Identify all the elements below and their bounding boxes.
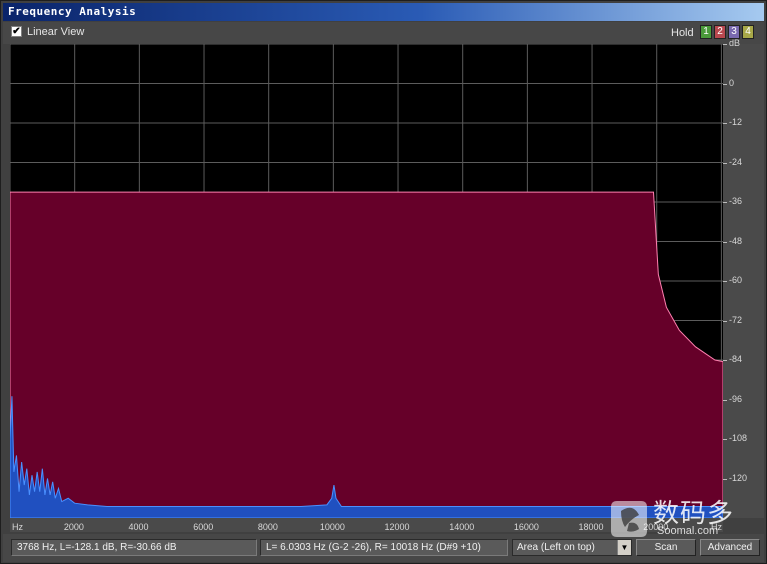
watermark-logo-icon [611, 501, 647, 537]
y-tick-mark [723, 202, 727, 203]
chevron-down-icon[interactable]: ▼ [617, 540, 631, 555]
peak-readout: L= 6.0303 Hz (G-2 -26), R= 10018 Hz (D#9… [260, 539, 508, 556]
y-tick-mark [723, 83, 727, 85]
title-bar[interactable]: Frequency Analysis [3, 3, 764, 21]
y-tick-label: -12 [729, 117, 743, 127]
watermark-english-text: Soomal.com [657, 525, 719, 537]
hold-button-2[interactable]: 2 [714, 25, 726, 39]
hold-button-4[interactable]: 4 [742, 25, 754, 39]
y-tick-label: -36 [729, 196, 743, 206]
watermark: 数码多 Soomal.com [609, 493, 759, 541]
hold-button-3[interactable]: 3 [728, 25, 740, 39]
hold-label: Hold [671, 27, 694, 39]
y-tick-label: -84 [729, 354, 743, 364]
advanced-button[interactable]: Advanced [700, 539, 760, 556]
y-tick-mark [723, 439, 727, 440]
y-tick-mark [723, 281, 727, 282]
hold-button-1[interactable]: 1 [700, 25, 712, 39]
y-tick-mark [723, 162, 727, 164]
x-tick-label: 6000 [193, 522, 214, 532]
x-tick-label: 12000 [384, 522, 410, 532]
y-tick-label: -120 [729, 472, 748, 483]
x-tick-label: 14000 [449, 522, 475, 532]
y-tick-label: -48 [729, 235, 743, 246]
frequency-analysis-window: Frequency Analysis ✔ Linear View Hold 1 … [0, 0, 767, 564]
y-tick-mark [723, 44, 727, 45]
display-mode-value: Area (Left on top) [517, 542, 595, 553]
cursor-readout: 3768 Hz, L=-128.1 dB, R=-30.66 dB [11, 539, 257, 556]
y-tick-label: -72 [729, 314, 743, 325]
spectrum-plot-area[interactable] [10, 44, 723, 518]
series-area-right [10, 191, 723, 518]
y-tick-mark [723, 478, 727, 480]
y-tick-label: 0 [729, 77, 735, 88]
x-tick-label: 16000 [513, 522, 539, 532]
display-mode-select[interactable]: Area (Left on top) ▼ [512, 539, 632, 556]
spectrum-chart[interactable] [10, 44, 723, 518]
y-tick-label: -96 [729, 393, 743, 404]
y-tick-mark [723, 123, 727, 124]
x-tick-label: 4000 [128, 522, 149, 532]
y-tick-mark [723, 320, 727, 322]
y-tick-label: -24 [729, 156, 743, 167]
db-axis: dB 0 -12 -24 -36 -48 -60 -72 -84 -96 -108 -120 [723, 38, 764, 518]
y-tick-label: -108 [729, 433, 748, 443]
window-title: Frequency Analysis [8, 5, 137, 18]
x-tick-label: 18000 [578, 522, 604, 532]
y-tick-label: dB [729, 38, 741, 48]
toolbar: ✔ Linear View Hold 1 2 3 4 [3, 22, 764, 44]
y-tick-label: -60 [729, 275, 743, 285]
y-tick-mark [723, 241, 727, 243]
linear-view-label[interactable]: Linear View [27, 26, 84, 38]
linear-view-checkbox[interactable]: ✔ [11, 26, 22, 37]
x-tick-label: Hz [12, 522, 23, 532]
x-tick-label: 2000 [63, 522, 84, 532]
scan-button[interactable]: Scan [636, 539, 696, 556]
x-tick-label: 8000 [257, 522, 278, 532]
x-tick-label: 10000 [319, 522, 345, 532]
y-tick-mark [723, 360, 727, 361]
y-tick-mark [723, 399, 727, 401]
